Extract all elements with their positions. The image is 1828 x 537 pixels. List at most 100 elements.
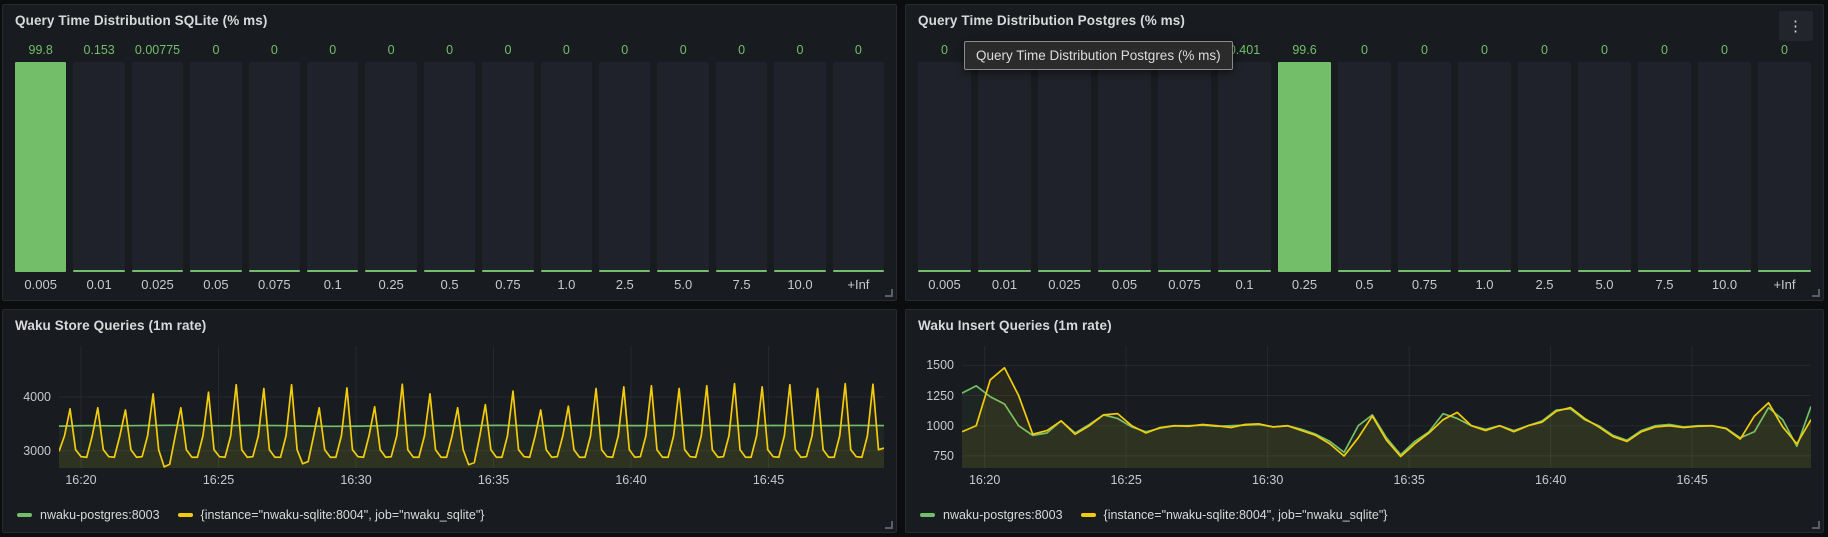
- bar-axis-label: 0.01: [73, 272, 124, 296]
- histogram-bar: 0.007750.025: [132, 41, 183, 296]
- bar-axis-label: 5.0: [1578, 272, 1631, 296]
- grafana-dashboard: Query Time Distribution SQLite (% ms) 99…: [0, 0, 1828, 537]
- histogram-bar: 07.5: [716, 41, 767, 296]
- bar-value-label: 0: [1638, 41, 1691, 59]
- bar-fill: [1218, 270, 1271, 272]
- bar-fill: [1518, 270, 1571, 272]
- histogram-bar: 00.025: [1038, 41, 1091, 296]
- bar-axis-label: 0.25: [365, 272, 416, 296]
- panel-resize-handle[interactable]: [885, 289, 893, 297]
- panel-query-time-distribution-postgres: Query Time Distribution Postgres (% ms) …: [905, 4, 1824, 301]
- legend-item[interactable]: {instance="nwaku-sqlite:8004", job="nwak…: [178, 508, 485, 522]
- bar-fill: [918, 270, 971, 272]
- bar-axis-label: 0.1: [1218, 272, 1271, 296]
- legend-item[interactable]: {instance="nwaku-sqlite:8004", job="nwak…: [1081, 508, 1388, 522]
- bar-axis-label: 0.5: [424, 272, 475, 296]
- bar-fill: [541, 270, 592, 272]
- histogram-bar: 010.0: [774, 41, 825, 296]
- histogram-bar: 00.75: [482, 41, 533, 296]
- x-axis-label: 16:40: [1535, 473, 1566, 487]
- x-axis: 16:2016:2516:3016:3516:4016:45: [59, 468, 884, 488]
- kebab-menu-icon: ⋮: [1788, 17, 1804, 35]
- histogram-bar: 01.0: [541, 41, 592, 296]
- panel-resize-handle[interactable]: [1812, 521, 1820, 529]
- bar-value-label: 0: [482, 41, 533, 59]
- bar-track: [307, 62, 358, 272]
- bar-value-label: 0: [365, 41, 416, 59]
- bar-axis-label: 1.0: [1458, 272, 1511, 296]
- bar-value-label: 0: [307, 41, 358, 59]
- bar-fill: [1038, 270, 1091, 272]
- bar-axis-label: 2.5: [1518, 272, 1571, 296]
- bar-fill: [365, 270, 416, 272]
- bar-track: [657, 62, 708, 272]
- bar-track: [249, 62, 300, 272]
- bar-fill: [716, 270, 767, 272]
- legend-swatch-icon: [920, 513, 935, 517]
- bar-fill: [1458, 270, 1511, 272]
- bar-fill: [482, 270, 533, 272]
- bar-value-label: 0: [249, 41, 300, 59]
- histogram-bar: 99.60.25: [1278, 41, 1331, 296]
- bar-fill: [1338, 270, 1391, 272]
- chart-legend: nwaku-postgres:8003 {instance="nwaku-sqli…: [920, 505, 1387, 525]
- bar-value-label: 0: [1698, 41, 1751, 59]
- y-axis-label: 3000: [23, 444, 51, 458]
- y-axis: 40003000: [11, 346, 59, 468]
- bar-value-label: 0: [1398, 41, 1451, 59]
- bar-fill: [657, 270, 708, 272]
- bar-value-label: 0: [1338, 41, 1391, 59]
- bar-axis-label: 0.75: [482, 272, 533, 296]
- x-axis-label: 16:25: [203, 473, 234, 487]
- bar-axis-label: 7.5: [1638, 272, 1691, 296]
- plot-area[interactable]: [59, 346, 884, 468]
- histogram-bar: 0.4010.1: [1218, 41, 1271, 296]
- panel-resize-handle[interactable]: [1812, 289, 1820, 297]
- bar-fill: [1278, 62, 1331, 272]
- bar-axis-label: 0.1: [307, 272, 358, 296]
- histogram-bar: 00.05: [190, 41, 241, 296]
- bar-track: [599, 62, 650, 272]
- panel-menu-button[interactable]: ⋮: [1779, 11, 1813, 41]
- y-axis-label: 750: [933, 449, 954, 463]
- histogram-bar: 00.1: [307, 41, 358, 296]
- bar-track: [1038, 62, 1091, 272]
- bar-fill: [307, 270, 358, 272]
- bar-fill: [1638, 270, 1691, 272]
- histogram-bar: 05.0: [657, 41, 708, 296]
- bar-axis-label: 0.005: [918, 272, 971, 296]
- histogram-bar: 99.80.005: [15, 41, 66, 296]
- panel-title[interactable]: Waku Insert Queries (1m rate): [906, 310, 1823, 342]
- time-series-chart: 40003000 16:2016:2516:3016:3516:4016:45: [11, 346, 884, 488]
- bar-fill: [1758, 270, 1811, 272]
- bar-axis-label: 0.01: [978, 272, 1031, 296]
- bar-track: [1218, 62, 1271, 272]
- bar-track: [1158, 62, 1211, 272]
- bar-axis-label: 0.5: [1338, 272, 1391, 296]
- x-axis-label: 16:20: [969, 473, 1000, 487]
- bar-value-label: 0: [1578, 41, 1631, 59]
- legend-item[interactable]: nwaku-postgres:8003: [920, 508, 1063, 522]
- y-axis-label: 1500: [926, 358, 954, 372]
- histogram-bar: 02.5: [599, 41, 650, 296]
- x-axis-label: 16:45: [753, 473, 784, 487]
- panel-title[interactable]: Waku Store Queries (1m rate): [3, 310, 896, 342]
- panel-title[interactable]: Query Time Distribution SQLite (% ms): [3, 5, 896, 37]
- bar-fill: [132, 270, 183, 272]
- bar-fill: [1698, 270, 1751, 272]
- bar-value-label: 0: [774, 41, 825, 59]
- bar-track: [15, 62, 66, 272]
- legend-swatch-icon: [17, 513, 32, 517]
- legend-item[interactable]: nwaku-postgres:8003: [17, 508, 160, 522]
- y-axis-label: 1000: [926, 419, 954, 433]
- histogram-bar: 05.0: [1578, 41, 1631, 296]
- bar-axis-label: 7.5: [716, 272, 767, 296]
- panel-resize-handle[interactable]: [885, 521, 893, 529]
- x-axis-label: 16:30: [1252, 473, 1283, 487]
- panel-title[interactable]: Query Time Distribution Postgres (% ms): [906, 5, 1823, 37]
- bar-axis-label: 0.075: [1158, 272, 1211, 296]
- plot-area[interactable]: [962, 346, 1811, 468]
- bar-value-label: 0: [657, 41, 708, 59]
- x-axis-label: 16:20: [65, 473, 96, 487]
- bar-track: [1098, 62, 1151, 272]
